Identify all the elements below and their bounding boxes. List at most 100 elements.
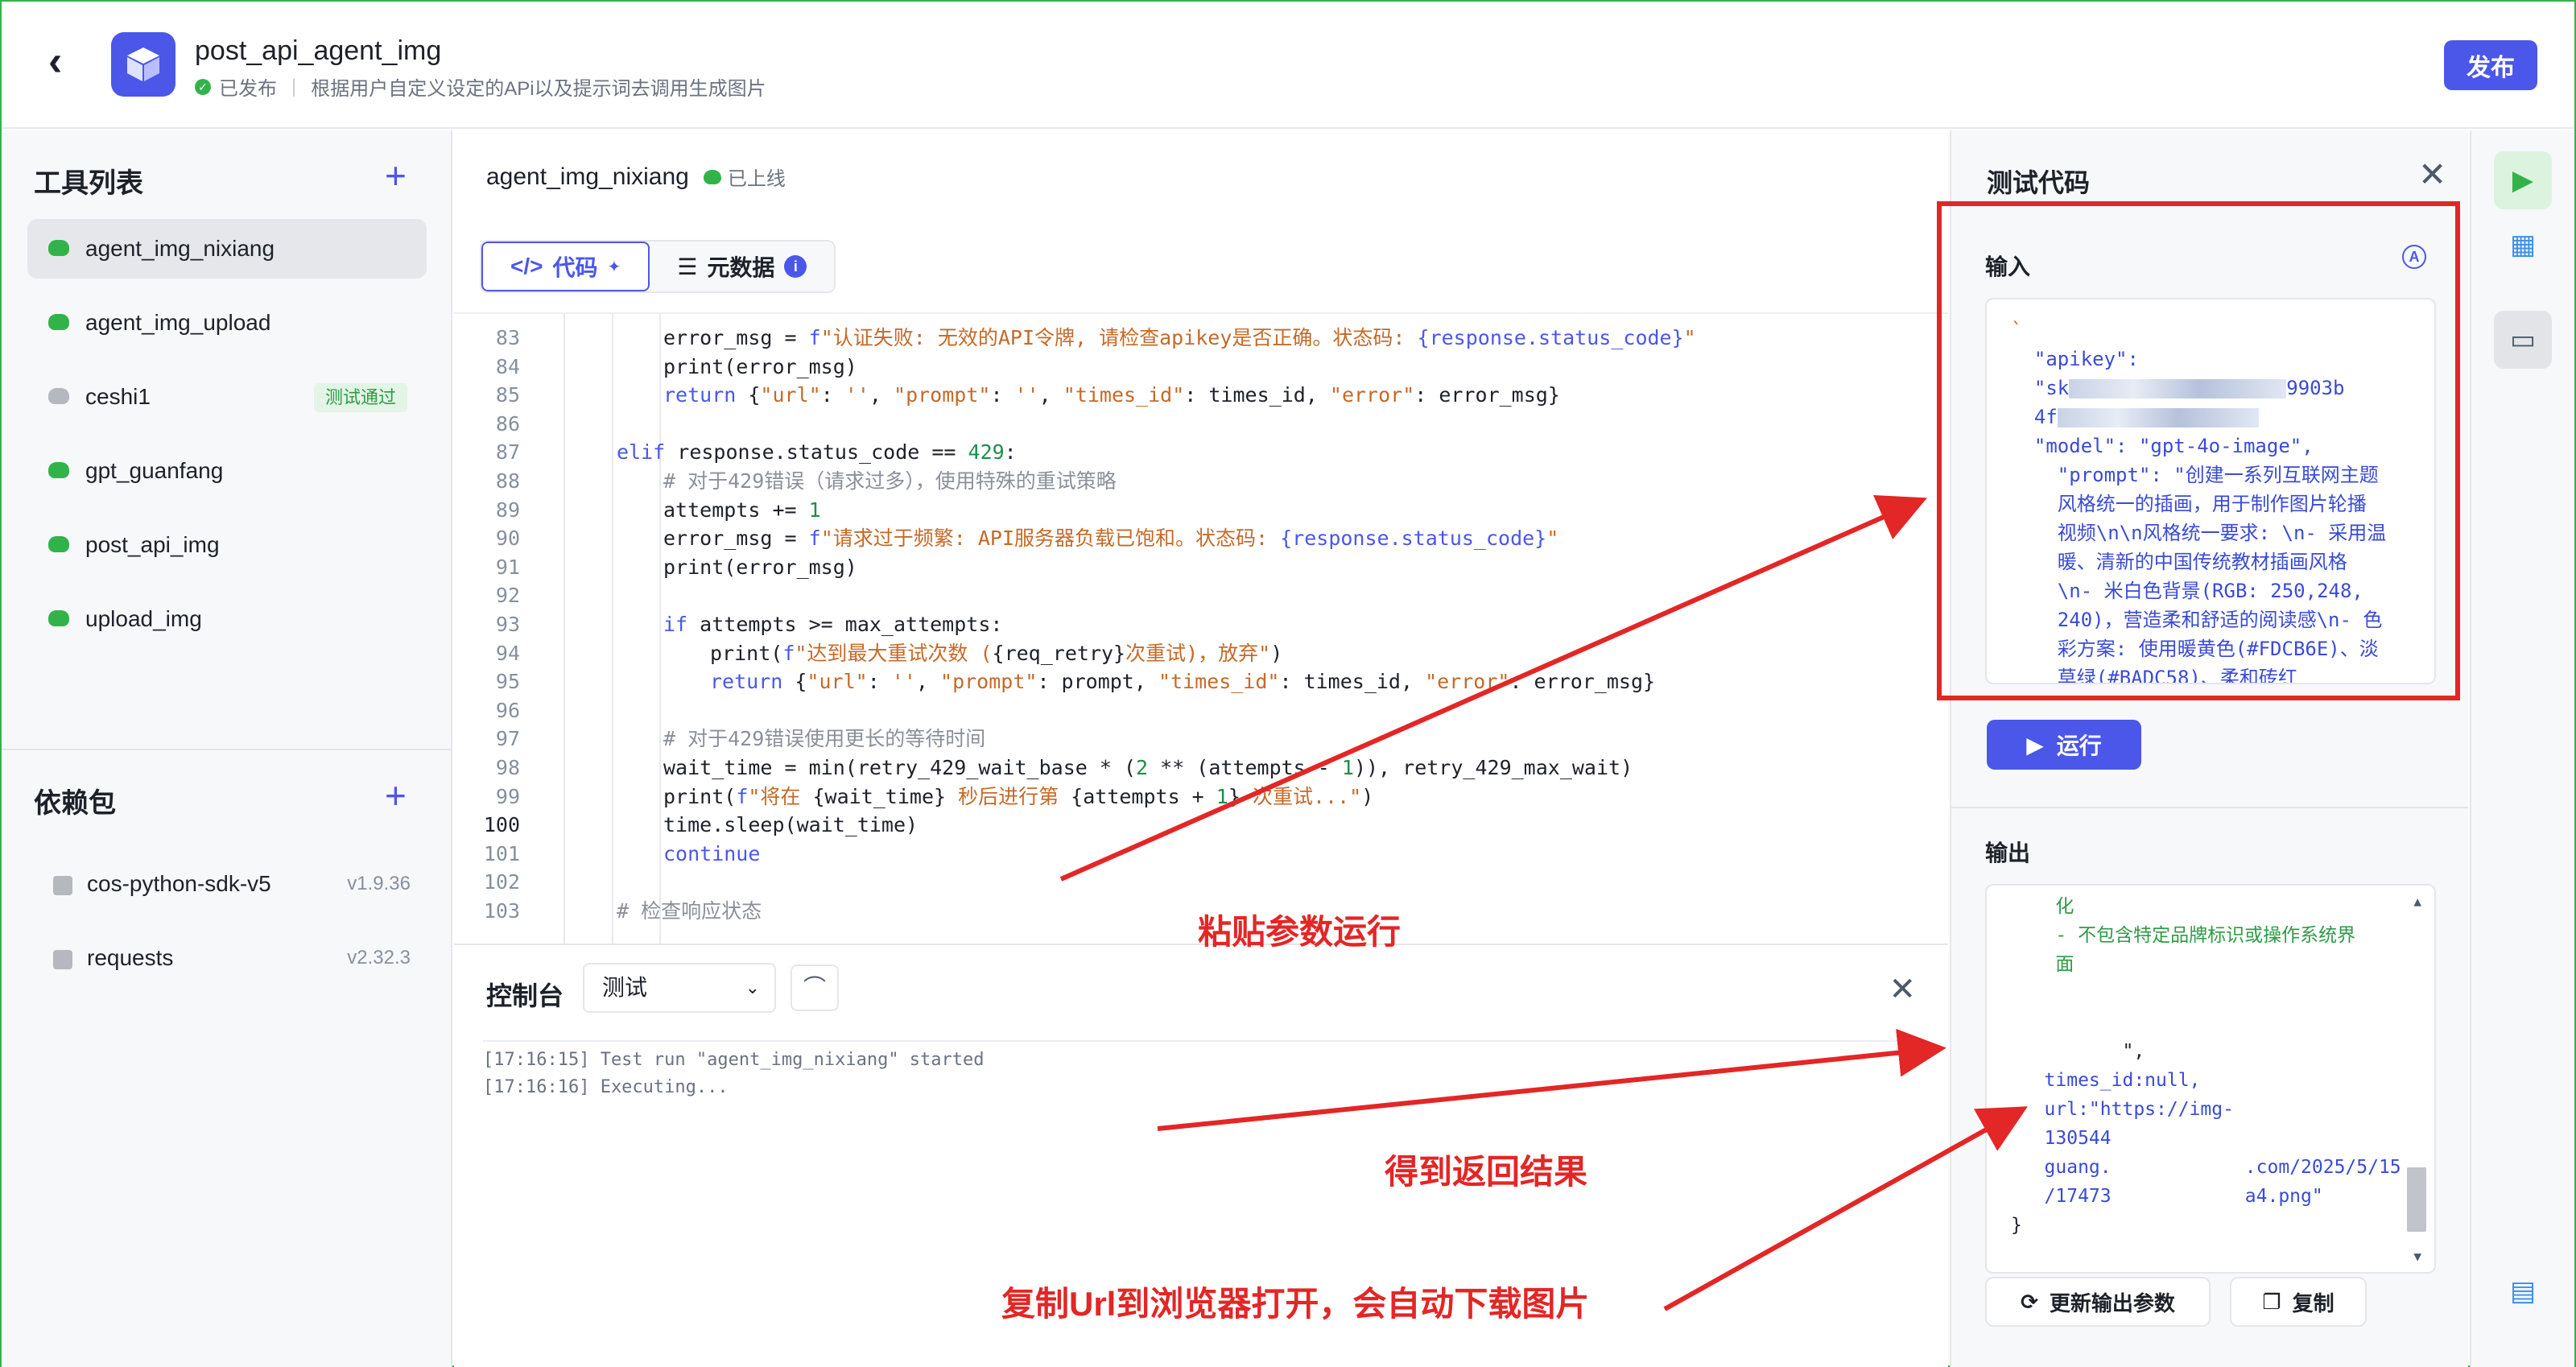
divider: |: [291, 75, 297, 97]
code-line: 97 # 对于429错误使用更长的等待时间: [454, 725, 1948, 754]
play-icon: ▶: [2026, 732, 2044, 758]
code-text: # 对于429错误（请求过多），使用特殊的重试策略: [663, 469, 1117, 493]
package-icon: [53, 876, 72, 895]
line-number: 91: [495, 555, 520, 579]
copy-button[interactable]: ❐ 复制: [2230, 1277, 2367, 1327]
input-json-editor[interactable]: ` "apikey": "sk 9903b 4f "model": "gpt-4o…: [1985, 298, 2436, 684]
line-number: 84: [495, 354, 520, 378]
sparkle-icon: ✦: [607, 258, 621, 276]
line-number: 98: [495, 756, 520, 779]
input-line-apikey: "sk 9903b: [2011, 374, 2418, 403]
redacted-block: [2069, 379, 2287, 399]
output-line: 面: [2011, 954, 2074, 975]
ai-assist-icon[interactable]: A: [2402, 245, 2426, 269]
output-viewer[interactable]: ▲ ▼ 化 - 不包含特定品牌标识或操作系统界 面 ", times_id:nu…: [1985, 884, 2436, 1274]
tool-item-label: post_api_img: [85, 532, 220, 557]
code-text: print(error_msg): [663, 555, 857, 579]
tab-code-label: 代码: [552, 255, 598, 280]
sidebar-tool-item[interactable]: ceshi1 测试通过: [27, 367, 427, 427]
output-label: 输出: [1985, 840, 2031, 865]
console-close-icon[interactable]: ✕: [1889, 971, 1916, 1008]
redacted-block: [2057, 408, 2259, 427]
test-passed-badge: 测试通过: [313, 383, 407, 412]
tab-metadata[interactable]: ☰ 元数据 i: [650, 242, 835, 291]
dependency-version: v1.9.36: [347, 873, 411, 894]
sidebar-tool-item[interactable]: agent_img_nixiang: [27, 219, 427, 279]
tool-item-label: gpt_guanfang: [85, 458, 224, 483]
code-line: 89 attempts += 1: [454, 496, 1948, 525]
code-line: 90 error_msg = f"请求过于频繁: API服务器负载已饱和。状态码:…: [454, 524, 1948, 553]
code-line: 85 return {"url": '', "prompt": '', "time…: [454, 381, 1948, 410]
log-line: [17:16:15] Test run "agent_img_nixiang" …: [483, 1050, 985, 1070]
code-text: wait_time = min(retry_429_wait_base * (2…: [663, 756, 1633, 779]
tab-code[interactable]: </> 代码 ✦: [481, 242, 650, 291]
console-title: 控制台: [486, 981, 564, 1010]
cloud-check-icon: [703, 169, 721, 184]
test-panel-title: 测试代码: [1987, 168, 2091, 197]
top-bar: ‹ post_api_agent_img ✓ 已发布 | 根据用户自定义设定的A…: [2, 2, 2574, 129]
code-line: 95 return {"url": '', "prompt": prompt, "…: [454, 667, 1948, 696]
code-text: return {"url": '', "prompt": prompt, "ti…: [710, 670, 1656, 694]
scroll-down-icon[interactable]: ▼: [2413, 1249, 2421, 1264]
apikey-tail: 9903b: [2286, 377, 2345, 399]
code-text: # 对于429错误使用更长的等待时间: [663, 727, 986, 751]
scroll-up-icon[interactable]: ▲: [2413, 894, 2421, 909]
sidebar-tool-item[interactable]: agent_img_upload: [27, 293, 427, 353]
sidebar-tool-item[interactable]: post_api_img: [27, 515, 427, 575]
app-description: 根据用户自定义设定的APi以及提示词去调用生成图片: [311, 78, 766, 100]
output-line: url:"https://img-: [2011, 1099, 2234, 1120]
code-line: 92: [454, 581, 1948, 610]
code-line: 88 # 对于429错误（请求过多），使用特殊的重试策略: [454, 467, 1948, 496]
test-run-icon[interactable]: ▶: [2494, 151, 2552, 209]
add-dependency-plus-icon[interactable]: +: [385, 777, 407, 814]
code-text: elif response.status_code == 429:: [617, 440, 1017, 465]
dependency-item[interactable]: cos-python-sdk-v5 v1.9.36: [40, 860, 411, 908]
editor-tabs: </> 代码 ✦ ☰ 元数据 i: [480, 240, 836, 293]
line-number: 95: [495, 670, 520, 694]
input-line: 风格统一的插画，用于制作图片轮播: [2011, 493, 2367, 515]
code-text: time.sleep(wait_time): [663, 813, 919, 837]
publish-button[interactable]: 发布: [2444, 40, 2537, 90]
annotation-paste-run: 粘贴参数运行: [1198, 913, 1402, 951]
cloud-check-icon: [48, 314, 69, 330]
sidebar-tool-item[interactable]: upload_img: [27, 589, 427, 649]
scroll-thumb[interactable]: [2407, 1167, 2426, 1232]
terminal-icon[interactable]: ▭: [2494, 311, 2552, 369]
line-number: 100: [483, 813, 520, 837]
line-number: 99: [495, 784, 520, 808]
line-number: 89: [495, 498, 520, 522]
dependency-item[interactable]: requests v2.32.3: [40, 934, 411, 982]
code-text: print(error_msg): [663, 354, 857, 378]
docs-icon[interactable]: ▤: [2494, 1262, 2552, 1320]
dependency-version: v2.32.3: [347, 947, 411, 968]
refresh-output-label: 更新输出参数: [2049, 1291, 2175, 1315]
apikey-prefix: "sk: [2011, 377, 2070, 399]
line-number: 90: [495, 527, 520, 551]
code-line: 101 continue: [454, 840, 1948, 869]
code-line: 83 error_msg = f"认证失败: 无效的API令牌, 请检查apike…: [454, 324, 1948, 353]
code-line: 93 if attempts >= max_attempts:: [454, 610, 1948, 639]
output-line: 130544: [2011, 1128, 2112, 1149]
refresh-output-button[interactable]: ⟳ 更新输出参数: [1985, 1277, 2211, 1327]
sidebar-tool-item[interactable]: gpt_guanfang: [27, 441, 427, 501]
code-line: 98 wait_time = min(retry_429_wait_base * …: [454, 754, 1948, 783]
input-line: 视频\n\n风格统一要求: \n- 采用温: [2011, 522, 2387, 544]
input-line: "model": "gpt-4o-image",: [2011, 435, 2314, 457]
console-mode-select[interactable]: 测试 ⌄: [583, 963, 776, 1013]
output-line: }: [2011, 1215, 2022, 1236]
copy-icon: ❐: [2262, 1289, 2281, 1314]
cloud-check-icon: [48, 388, 69, 404]
input-label: 输入: [1985, 254, 2031, 279]
add-tool-plus-icon[interactable]: +: [385, 157, 407, 194]
code-editor-panel: agent_img_nixiang 已上线 </> 代码 ✦ ☰ 元数据 i 8…: [454, 130, 1948, 944]
chevron-down-icon: ⌄: [745, 977, 760, 997]
code-area[interactable]: 83 error_msg = f"认证失败: 无效的API令牌, 请检查apike…: [454, 312, 1948, 944]
monitor-icon[interactable]: ▦: [2494, 216, 2552, 274]
clear-console-broom-icon[interactable]: ⌒: [791, 964, 839, 1011]
back-chevron-icon[interactable]: ‹: [48, 40, 84, 82]
test-panel-close-icon[interactable]: ✕: [2418, 155, 2446, 194]
dependencies-title: 依赖包: [34, 788, 116, 819]
run-button[interactable]: ▶ 运行: [1987, 720, 2141, 770]
refresh-icon: ⟳: [2021, 1289, 2038, 1314]
